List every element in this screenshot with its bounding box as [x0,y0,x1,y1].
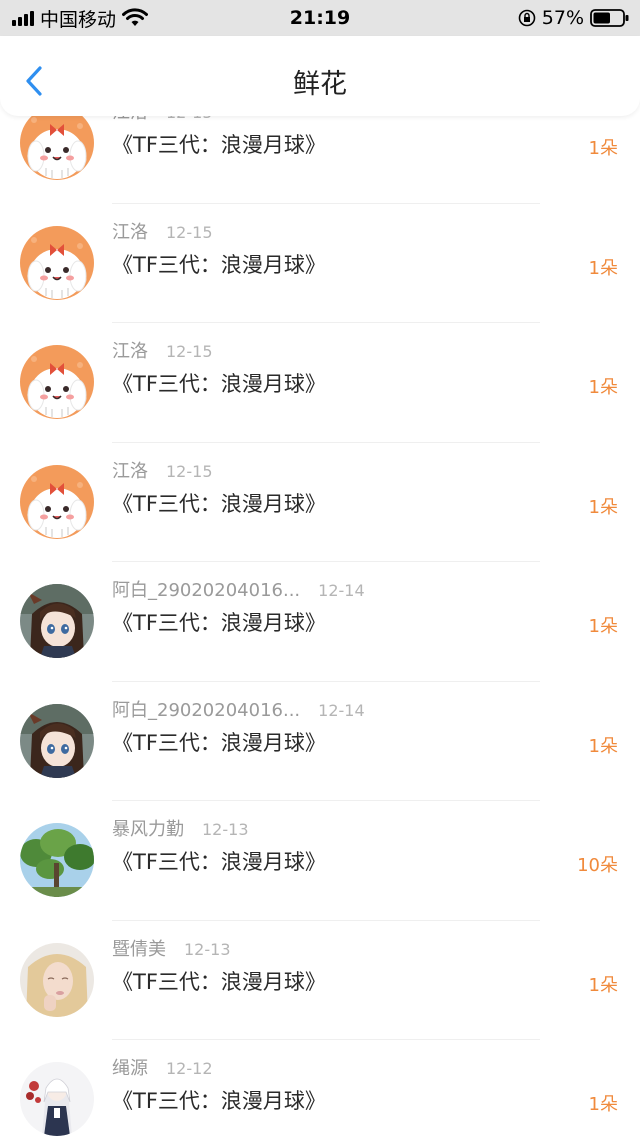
avatar[interactable] [20,225,94,300]
sender-line: 暴风力勤 12-13 [112,815,249,841]
avatar-image [20,823,94,897]
avatar[interactable] [20,823,94,897]
list-item[interactable]: 阿白_29020204016... 12-14 《TF三代：浪漫月球》 1朵 [0,562,640,682]
avatar-image [20,942,94,1017]
sender-line: 绳源 12-12 [112,1054,213,1080]
book-title: 《TF三代：浪漫月球》 [112,252,326,277]
avatar[interactable] [20,345,94,419]
sent-date: 12-14 [318,700,365,720]
sender-line: 江洛 12-15 [112,218,213,244]
list-item[interactable]: 江洛 12-15 《TF三代：浪漫月球》 1朵 [0,443,640,562]
book-title: 《TF三代：浪漫月球》 [112,372,326,396]
avatar-image [20,345,94,419]
flower-count: 1朵 [588,735,618,757]
sender-line: 江洛 12-15 [112,337,213,363]
sent-date: 12-15 [166,461,213,481]
navigation-bar: 鲜花 [0,36,640,116]
avatar-image [20,703,94,778]
flower-count: 1朵 [588,257,618,279]
sent-date: 12-13 [202,820,249,839]
sender-name: 江洛 [112,460,148,482]
flower-count: 10朵 [577,855,618,876]
list-item[interactable]: 暴风力勤 12-13 《TF三代：浪漫月球》 10朵 [0,801,640,921]
sender-line: 江洛 12-15 [112,457,213,483]
sender-line: 阿白_29020204016... 12-14 [112,576,365,602]
avatar-image [20,464,94,539]
flower-count: 1朵 [588,1094,618,1115]
book-title: 《TF三代：浪漫月球》 [112,133,326,157]
page-title: 鲜花 [293,69,347,100]
sent-date: 12-14 [318,581,365,600]
flower-count: 1朵 [588,496,618,518]
flower-count: 1朵 [588,377,618,398]
book-title: 《TF三代：浪漫月球》 [112,969,326,994]
sender-name: 阿白_29020204016... [112,580,301,601]
book-title: 《TF三代：浪漫月球》 [112,611,326,635]
sender-line: 阿白_29020204016... 12-14 [112,696,365,722]
sender-name: 绳源 [112,1058,148,1079]
flower-count: 1朵 [588,616,618,637]
list-item[interactable]: 阿白_29020204016... 12-14 《TF三代：浪漫月球》 1朵 [0,682,640,801]
book-title: 《TF三代：浪漫月球》 [112,1089,326,1113]
sender-name: 暴风力勤 [112,819,184,840]
list-item[interactable]: 暨倩美 12-13 《TF三代：浪漫月球》 1朵 [0,921,640,1040]
sender-name: 阿白_29020204016... [112,699,301,721]
sender-name: 暨倩美 [112,938,166,960]
list-item[interactable]: 江洛 12-15 《TF三代：浪漫月球》 1朵 [0,323,640,443]
list-item[interactable]: 绳源 12-12 《TF三代：浪漫月球》 1朵 [0,1040,640,1139]
avatar[interactable] [20,584,94,658]
sender-line: 暨倩美 12-13 [112,935,231,961]
sender-name: 江洛 [112,341,148,362]
flower-count: 1朵 [588,974,618,996]
flower-count: 1朵 [588,138,618,159]
sent-date: 12-15 [166,222,213,242]
avatar-image [20,106,94,180]
flower-list: 江洛12-15《TF三代：浪漫月球》1朵江洛12-15《TF三代：浪漫月球》1朵… [0,0,640,1139]
book-title: 《TF三代：浪漫月球》 [112,730,326,755]
book-title: 《TF三代：浪漫月球》 [112,850,326,874]
book-title: 《TF三代：浪漫月球》 [112,491,326,516]
sent-date: 12-12 [166,1059,213,1078]
avatar[interactable] [20,106,94,180]
sender-name: 江洛 [112,221,148,243]
list-item[interactable]: 江洛 12-15 《TF三代：浪漫月球》 1朵 [0,204,640,323]
sent-date: 12-15 [166,342,213,361]
avatar[interactable] [20,703,94,778]
avatar-image [20,225,94,300]
sent-date: 12-13 [184,939,231,959]
avatar[interactable] [20,1062,94,1136]
avatar[interactable] [20,464,94,539]
avatar-image [20,584,94,658]
avatar[interactable] [20,942,94,1017]
avatar-image [20,1062,94,1136]
